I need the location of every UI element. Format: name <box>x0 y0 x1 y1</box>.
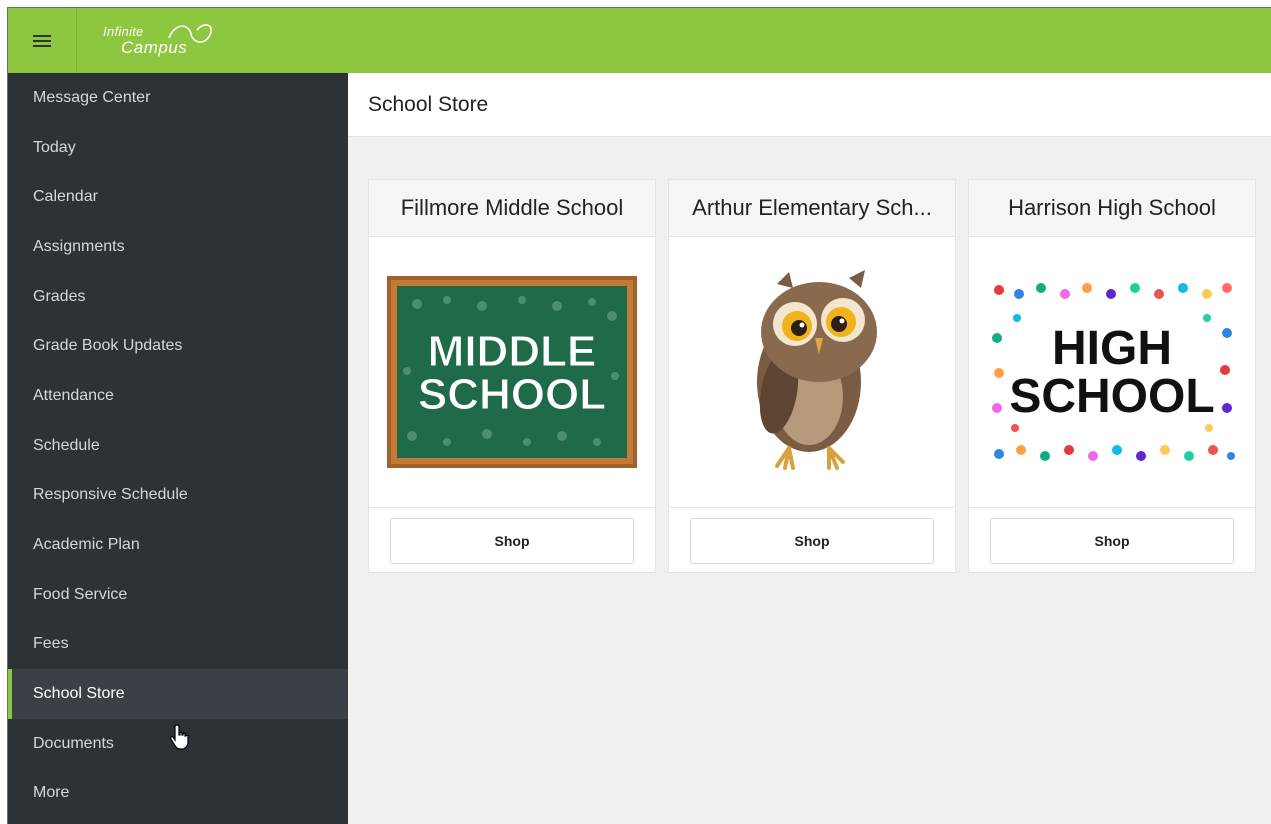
hamburger-menu-button[interactable] <box>8 8 77 73</box>
infinite-campus-logo[interactable]: Infinite Campus <box>77 8 213 73</box>
high-school-collage-image: HIGH SCHOOL <box>987 278 1237 466</box>
sidebar-item-grade-book-updates[interactable]: Grade Book Updates <box>8 321 348 371</box>
card-image: HIGH SCHOOL <box>969 237 1255 508</box>
shop-button-arthur[interactable]: Shop <box>690 518 934 564</box>
sidebar-item-calendar[interactable]: Calendar <box>8 172 348 222</box>
store-card-arthur: Arthur Elementary Sch... Shop <box>668 179 956 573</box>
main-content: School Store Fillmore Middle School MIDD… <box>348 73 1271 824</box>
owl-illustration-image <box>757 270 877 470</box>
sidebar-item-attendance[interactable]: Attendance <box>8 371 348 421</box>
sidebar-nav: Message Center Today Calendar Assignment… <box>8 73 348 824</box>
sidebar-item-more[interactable]: More <box>8 769 348 819</box>
hamburger-icon <box>33 32 51 50</box>
sidebar-item-responsive-schedule[interactable]: Responsive Schedule <box>8 471 348 521</box>
card-image <box>669 237 955 508</box>
app-window: Infinite Campus Message Center Today Cal… <box>7 7 1271 824</box>
logo-line-1: Infinite <box>103 24 144 39</box>
card-footer: Shop <box>969 508 1255 574</box>
page-title: School Store <box>368 92 489 116</box>
card-footer: Shop <box>669 508 955 574</box>
sidebar-item-today[interactable]: Today <box>8 123 348 173</box>
sidebar-item-grades[interactable]: Grades <box>8 272 348 322</box>
card-title: Arthur Elementary Sch... <box>669 180 955 237</box>
image-text-high: HIGH <box>1052 322 1172 375</box>
shop-button-fillmore[interactable]: Shop <box>390 518 634 564</box>
sidebar-item-schedule[interactable]: Schedule <box>8 421 348 471</box>
store-card-harrison: Harrison High School HIGH SCHOOL Shop <box>968 179 1256 573</box>
sidebar-item-school-store[interactable]: School Store <box>8 669 348 719</box>
sidebar-item-food-service[interactable]: Food Service <box>8 570 348 620</box>
store-card-fillmore: Fillmore Middle School MIDDLE SCHOOL Sho… <box>368 179 656 573</box>
sidebar-item-fees[interactable]: Fees <box>8 620 348 670</box>
image-text-school: SCHOOL <box>418 370 606 419</box>
infinity-swoosh-icon <box>168 24 213 43</box>
store-cards: Fillmore Middle School MIDDLE SCHOOL Sho… <box>368 179 1256 573</box>
image-text-school-2: SCHOOL <box>1009 370 1214 423</box>
sidebar-item-assignments[interactable]: Assignments <box>8 222 348 272</box>
sidebar-item-message-center[interactable]: Message Center <box>8 73 348 123</box>
card-footer: Shop <box>369 508 655 574</box>
card-title: Fillmore Middle School <box>369 180 655 237</box>
card-title: Harrison High School <box>969 180 1255 237</box>
top-bar: Infinite Campus <box>8 8 1271 73</box>
shop-button-harrison[interactable]: Shop <box>990 518 1234 564</box>
card-image: MIDDLE SCHOOL <box>369 237 655 508</box>
middle-school-chalkboard-image: MIDDLE SCHOOL <box>387 276 637 468</box>
hand-pointer-cursor-icon <box>170 724 189 750</box>
sidebar-item-academic-plan[interactable]: Academic Plan <box>8 520 348 570</box>
page-header: School Store <box>348 73 1271 137</box>
image-text-middle: MIDDLE <box>428 327 597 376</box>
